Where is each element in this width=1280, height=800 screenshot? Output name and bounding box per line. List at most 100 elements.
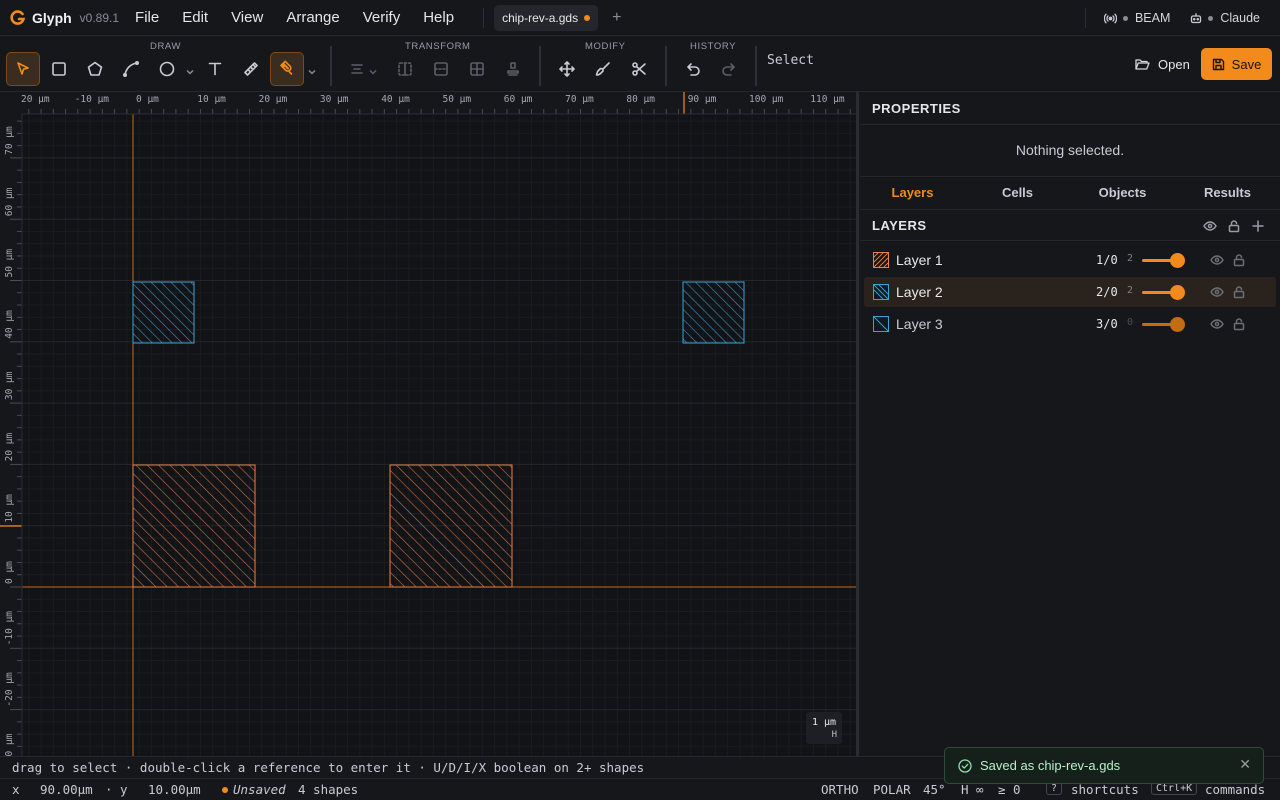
beam-status[interactable]: BEAM (1103, 11, 1170, 25)
y-tick-label: 0 µm (4, 561, 15, 584)
rectangle-tool-button[interactable] (42, 52, 76, 86)
toolbar-divider (330, 46, 332, 86)
slider-knob[interactable] (1170, 253, 1185, 268)
array-button[interactable] (460, 52, 494, 86)
layer-row[interactable]: Layer 3 3/0 0 (864, 309, 1276, 339)
y-tick-label: 50 µm (4, 249, 15, 278)
align-icon (351, 64, 363, 74)
angle-value[interactable]: 45° (923, 782, 946, 797)
show-all-eye-icon[interactable] (1203, 219, 1217, 233)
ortho-toggle[interactable]: ORTHO (821, 782, 859, 797)
snap-options-chevron-icon[interactable] (307, 64, 317, 75)
panel-resize-handle[interactable] (856, 92, 859, 756)
slider-knob[interactable] (1170, 285, 1185, 300)
brush-icon (595, 62, 610, 76)
robot-icon (1191, 13, 1202, 24)
slider-knob[interactable] (1170, 317, 1185, 332)
shortcuts-link[interactable]: shortcuts (1071, 782, 1139, 797)
tab-cells[interactable]: Cells (965, 177, 1070, 209)
select-tool-button[interactable] (6, 52, 40, 86)
redo-button[interactable] (712, 52, 746, 86)
claude-status[interactable]: Claude (1190, 11, 1260, 25)
layer1-rectangle-shape[interactable] (132, 464, 256, 588)
unsaved-indicator (584, 14, 591, 21)
menu-edit[interactable]: Edit (182, 9, 208, 26)
draw-group-label: DRAW (150, 41, 182, 52)
layer2-square-shape[interactable] (132, 281, 195, 344)
lock-icon[interactable] (1232, 317, 1246, 331)
document-tab-label: chip-rev-a.gds (502, 10, 579, 25)
eye-icon[interactable] (1210, 285, 1224, 299)
save-state: Unsaved (233, 782, 286, 797)
ruler-tool-button[interactable] (234, 52, 268, 86)
stamp-button[interactable] (496, 52, 530, 86)
layer-row[interactable]: Layer 1 1/0 2 (864, 245, 1276, 275)
close-icon[interactable]: ✕ (1239, 756, 1251, 773)
commands-link[interactable]: commands (1205, 782, 1265, 797)
circle-tool-button[interactable] (150, 52, 184, 86)
open-button[interactable]: Open (1127, 48, 1198, 80)
circle-options-chevron-icon[interactable] (185, 64, 195, 75)
app-version: v0.89.1 (79, 10, 120, 25)
undo-button[interactable] (676, 52, 710, 86)
tab-objects[interactable]: Objects (1070, 177, 1175, 209)
tab-layers[interactable]: Layers (860, 177, 965, 209)
layers-title: LAYERS (872, 218, 927, 233)
service-divider (1084, 8, 1086, 28)
canvas-drawing[interactable]: 20 µm -10 µm 0 µm 10 µm 20 µm 30 µm 40 µ… (0, 92, 858, 756)
layer2-square-shape[interactable] (682, 281, 745, 344)
eye-icon[interactable] (1210, 317, 1224, 331)
layout-canvas[interactable]: 20 µm -10 µm 0 µm 10 µm 20 µm 30 µm 40 µ… (0, 92, 858, 756)
rectangle-icon (52, 62, 66, 76)
move-button[interactable] (550, 52, 584, 86)
scale-label: 1 µm (811, 717, 837, 728)
lock-icon[interactable] (1232, 285, 1246, 299)
snap-toggle-button[interactable] (270, 52, 304, 86)
x-tick-label: 110 µm (810, 94, 845, 105)
flip-horizontal-button[interactable] (388, 52, 422, 86)
toolbar: DRAW TRANSFORM MODIFY HISTORY Select Ope… (0, 36, 1280, 92)
text-tool-button[interactable] (198, 52, 232, 86)
document-tab[interactable]: chip-rev-a.gds (494, 4, 599, 31)
service-status: BEAM Claude (1084, 0, 1280, 36)
move-icon (559, 61, 575, 77)
unlock-all-icon[interactable] (1227, 219, 1241, 233)
toolbar-divider (755, 46, 757, 86)
lock-icon[interactable] (1232, 253, 1246, 267)
paint-button[interactable] (586, 52, 620, 86)
polygon-tool-button[interactable] (78, 52, 112, 86)
layers-header: LAYERS (860, 210, 1280, 241)
layer1-swatch-icon (873, 252, 889, 268)
eye-icon[interactable] (1210, 253, 1224, 267)
circle-icon (159, 61, 175, 77)
save-button[interactable]: Save (1201, 48, 1272, 80)
menu-file[interactable]: File (135, 9, 159, 26)
add-tab-icon[interactable]: + (612, 9, 621, 27)
layer-opacity-slider[interactable] (1142, 317, 1185, 332)
x-tick-label: -10 µm (75, 94, 110, 105)
menubar: Glyph v0.89.1 File Edit View Arrange Ver… (0, 0, 1280, 36)
magnet-icon (280, 60, 293, 75)
menu-help[interactable]: Help (423, 9, 454, 26)
tab-results[interactable]: Results (1175, 177, 1280, 209)
layer1-rectangle-shape[interactable] (389, 464, 513, 588)
horizontal-ruler (0, 92, 858, 114)
menu-arrange[interactable]: Arrange (286, 9, 339, 26)
polar-toggle[interactable]: POLAR (873, 782, 911, 797)
layer-opacity-slider[interactable] (1142, 285, 1185, 300)
menu-verify[interactable]: Verify (363, 9, 401, 26)
scissors-icon (632, 62, 646, 76)
layer-opacity-slider[interactable] (1142, 253, 1185, 268)
layer-row[interactable]: Layer 2 2/0 2 (864, 277, 1276, 307)
flip-vertical-button[interactable] (424, 52, 458, 86)
open-label: Open (1158, 56, 1190, 72)
path-tool-button[interactable] (114, 52, 148, 86)
menu-view[interactable]: View (231, 9, 263, 26)
check-circle-icon (958, 759, 972, 773)
text-icon (208, 62, 222, 76)
align-options-chevron-icon[interactable] (368, 64, 378, 75)
cut-button[interactable] (622, 52, 656, 86)
major-grid (22, 157, 858, 711)
add-layer-icon[interactable] (1251, 219, 1265, 233)
folder-open-icon (1135, 58, 1150, 70)
